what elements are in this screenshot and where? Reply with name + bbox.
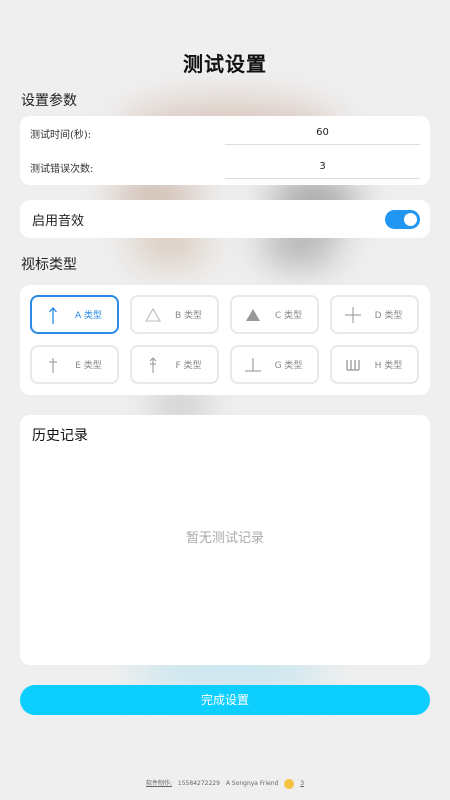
- type-d-label: D 类型: [374, 311, 403, 321]
- dagger-icon: [40, 353, 66, 377]
- finish-button[interactable]: 完成设置: [20, 685, 430, 715]
- type-a-label: A 类型: [74, 311, 103, 321]
- type-h-label: H 类型: [374, 361, 403, 371]
- params-card: 测试时间(秒): 60 测试错误次数: 3: [20, 116, 430, 185]
- type-b-label: B 类型: [174, 311, 203, 321]
- footer-phone: 15584272229: [177, 780, 220, 787]
- types-card: A 类型 B 类型 C 类型 D 类型 E 类型 F 类型 G 类型 H 类型: [20, 285, 430, 395]
- emoji-icon: [284, 778, 295, 789]
- type-d-button[interactable]: D 类型: [330, 295, 419, 334]
- types-section-label: 视标类型: [21, 257, 77, 273]
- page-title: 测试设置: [183, 52, 267, 76]
- inverted-t-icon: [240, 353, 266, 377]
- type-g-button[interactable]: G 类型: [230, 345, 319, 384]
- type-c-button[interactable]: C 类型: [230, 295, 319, 334]
- sound-card: 启用音效: [20, 200, 430, 238]
- type-grid: A 类型 B 类型 C 类型 D 类型 E 类型 F 类型 G 类型 H 类型: [30, 295, 420, 385]
- type-h-button[interactable]: H 类型: [330, 345, 419, 384]
- type-e-label: E 类型: [75, 361, 102, 371]
- history-card: 历史记录 暂无测试记录: [20, 415, 430, 665]
- params-section-label: 设置参数: [21, 93, 77, 109]
- type-b-button[interactable]: B 类型: [130, 295, 219, 334]
- toggle-knob: [404, 213, 417, 226]
- type-c-label: C 类型: [274, 311, 303, 321]
- footer-prefix: 软件制作:: [145, 780, 172, 787]
- type-g-label: G 类型: [274, 361, 303, 371]
- type-a-button[interactable]: A 类型: [30, 295, 119, 334]
- type-f-button[interactable]: F 类型: [130, 345, 219, 384]
- triangle-outline-icon: [140, 303, 166, 327]
- arrow-up-icon: [40, 303, 66, 327]
- test-time-label: 测试时间(秒):: [30, 129, 92, 141]
- cross-icon: [340, 303, 366, 327]
- error-count-label: 测试错误次数:: [30, 163, 94, 175]
- history-title: 历史记录: [32, 428, 88, 444]
- type-f-label: F 类型: [175, 361, 202, 371]
- footer-tail: 3: [300, 780, 305, 787]
- test-time-row: 测试时间(秒): 60: [30, 121, 420, 145]
- type-e-button[interactable]: E 类型: [30, 345, 119, 384]
- footer: 软件制作: 15584272229 A Songnya Friend 3: [0, 778, 450, 789]
- footer-suffix: A Songnya Friend: [225, 780, 279, 787]
- history-empty-text: 暂无测试记录: [185, 531, 264, 546]
- error-count-input[interactable]: 3: [225, 155, 420, 179]
- sound-toggle[interactable]: [385, 210, 420, 229]
- sound-label: 启用音效: [32, 214, 85, 229]
- comb-icon: [340, 353, 366, 377]
- triangle-filled-icon: [240, 303, 266, 327]
- arrow-cross-icon: [140, 353, 166, 377]
- error-count-row: 测试错误次数: 3: [30, 155, 420, 179]
- test-time-input[interactable]: 60: [225, 121, 420, 145]
